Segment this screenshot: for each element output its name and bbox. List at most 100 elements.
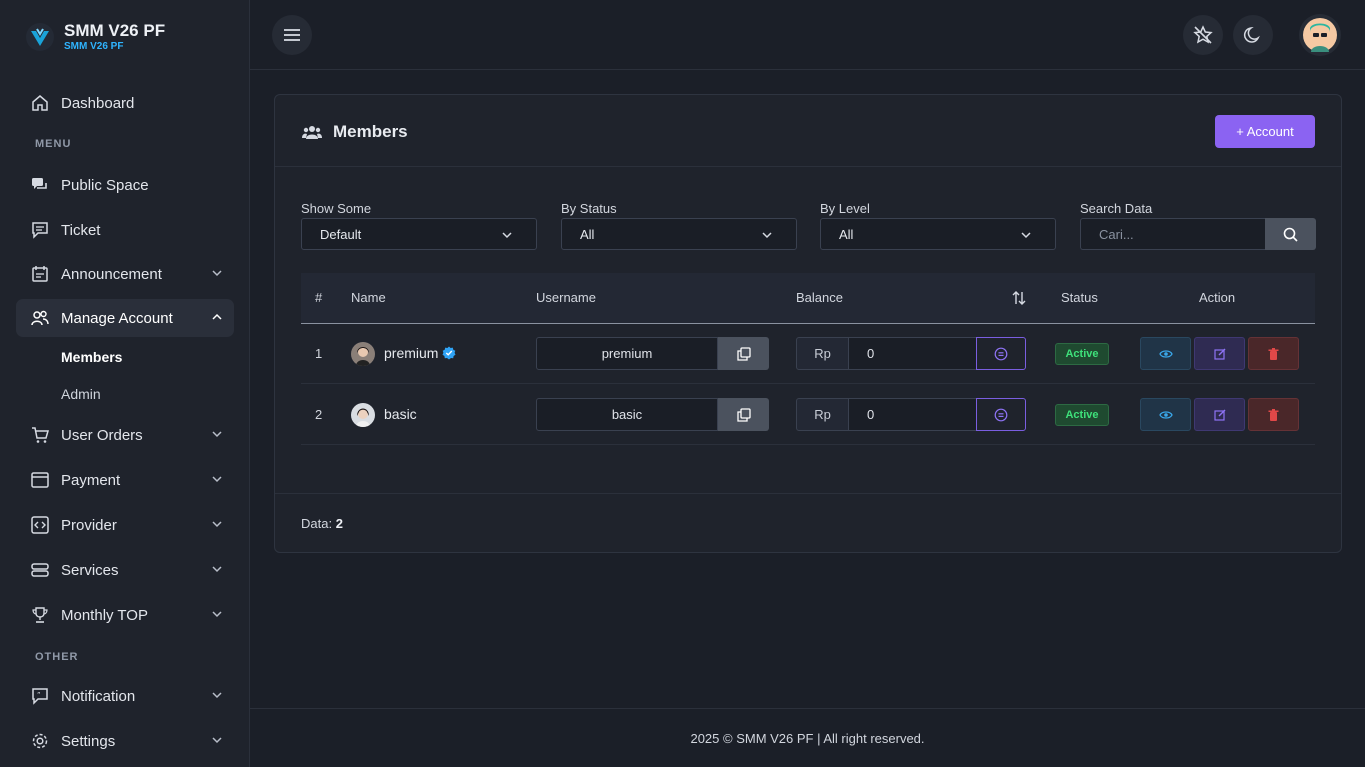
sidebar-item-dashboard[interactable]: Dashboard (16, 84, 234, 122)
edit-button[interactable] (1194, 337, 1245, 370)
sidebar-item-ticket[interactable]: Ticket (16, 211, 234, 249)
section-label-other: OTHER (35, 651, 79, 663)
copy-username-button[interactable] (718, 398, 769, 431)
sidebar-item-manage-account[interactable]: Manage Account (16, 299, 234, 337)
sidebar-item-label: Payment (61, 471, 121, 489)
sidebar-item-provider[interactable]: Provider (16, 506, 234, 544)
adjust-balance-button[interactable] (976, 398, 1026, 431)
menu-toggle-button[interactable] (272, 15, 312, 55)
calendar-icon (31, 265, 49, 283)
chevron-down-icon (212, 270, 222, 277)
username-field[interactable]: basic (536, 398, 718, 431)
chevron-down-icon (212, 566, 222, 573)
sidebar-item-label: Announcement (61, 265, 162, 283)
adjust-balance-button[interactable] (976, 337, 1026, 370)
table-header: # Name Username Balance Status Action (301, 273, 1315, 324)
search-input[interactable] (1080, 218, 1266, 250)
chevron-down-icon (762, 232, 772, 239)
data-count-label: Data: (301, 516, 333, 531)
server-icon (31, 561, 49, 579)
chevron-down-icon (212, 737, 222, 744)
currency-label: Rp (796, 337, 849, 370)
member-name[interactable]: basic (384, 406, 417, 422)
sidebar-item-label: Ticket (61, 221, 101, 239)
coin-icon (994, 347, 1008, 360)
section-label-menu: MENU (35, 138, 72, 150)
search-button[interactable] (1265, 218, 1316, 250)
copy-icon (736, 407, 751, 422)
column-header-balance: Balance (796, 290, 843, 305)
column-header-action: Action (1199, 290, 1236, 305)
theme-toggle-button[interactable] (1233, 15, 1273, 55)
chevron-down-icon (212, 611, 222, 618)
sidebar-item-announcement[interactable]: Announcement (16, 255, 234, 293)
card-footer: Data: 2 (275, 493, 1341, 553)
sidebar-item-label: Services (61, 561, 119, 579)
coin-icon (994, 408, 1008, 421)
card-header: Members + Account (275, 95, 1341, 167)
sidebar-subitem-members[interactable]: Members (61, 349, 122, 365)
member-name[interactable]: premium (384, 345, 456, 361)
member-name-text: basic (384, 406, 417, 422)
page-title: Members (333, 122, 408, 141)
sidebar-item-label: Monthly TOP (61, 606, 148, 624)
moon-icon (1243, 26, 1260, 43)
by-status-value: All (580, 226, 595, 242)
cart-icon (31, 426, 49, 444)
filter-label-show-some: Show Some (301, 201, 372, 216)
table-row: 2 basic basic Rp 0 Active (301, 385, 1315, 445)
home-icon (31, 94, 49, 112)
copy-username-button[interactable] (718, 337, 769, 370)
edit-button[interactable] (1194, 398, 1245, 431)
user-avatar[interactable] (1299, 14, 1341, 56)
edit-icon (1213, 409, 1225, 421)
by-level-select[interactable]: All (820, 218, 1056, 250)
sidebar-item-settings[interactable]: Settings (16, 722, 234, 760)
chat-icon (31, 176, 49, 194)
topbar (250, 0, 1365, 70)
filter-label-search: Search Data (1080, 201, 1153, 216)
page-footer: 2025 © SMM V26 PF | All right reserved. (250, 708, 1365, 767)
view-button[interactable] (1140, 398, 1191, 431)
sidebar-item-services[interactable]: Services (16, 551, 234, 589)
sidebar-item-public-space[interactable]: Public Space (16, 166, 234, 204)
add-account-button[interactable]: + Account (1215, 115, 1315, 148)
wallet-icon (31, 471, 49, 489)
sidebar-item-payment[interactable]: Payment (16, 461, 234, 499)
brand[interactable]: SMM V26 PF SMM V26 PF (26, 22, 165, 52)
sort-icon[interactable] (1011, 290, 1027, 306)
eye-icon (1158, 349, 1173, 358)
by-status-select[interactable]: All (561, 218, 797, 250)
eye-icon (1158, 410, 1173, 419)
sidebar-item-monthly-top[interactable]: Monthly TOP (16, 596, 234, 634)
users-icon (31, 309, 49, 327)
sidebar-subitem-admin[interactable]: Admin (61, 386, 101, 402)
trash-icon (1268, 408, 1279, 421)
sidebar-item-label: Manage Account (61, 309, 173, 327)
member-name-text: premium (384, 345, 439, 361)
copyright-text: 2025 © SMM V26 PF | All right reserved. (690, 730, 925, 746)
users-group-icon (302, 126, 322, 139)
username-field[interactable]: premium (536, 337, 718, 370)
quote-message-icon: ” (31, 687, 49, 705)
show-some-select[interactable]: Default (301, 218, 537, 250)
view-button[interactable] (1140, 337, 1191, 370)
delete-button[interactable] (1248, 398, 1299, 431)
delete-button[interactable] (1248, 337, 1299, 370)
message-square-icon (31, 221, 49, 239)
chevron-down-icon (212, 692, 222, 699)
sidebar-item-label: Public Space (61, 176, 149, 194)
sidebar-item-user-orders[interactable]: User Orders (16, 416, 234, 454)
balance-field[interactable]: 0 (848, 398, 977, 431)
hamburger-icon (284, 29, 300, 41)
balance-field[interactable]: 0 (848, 337, 977, 370)
sidebar-item-label: Notification (61, 687, 136, 705)
sidebar-item-label: Settings (61, 732, 116, 750)
by-level-value: All (839, 226, 854, 242)
verified-badge-icon (442, 346, 456, 360)
edit-icon (1213, 348, 1225, 360)
sidebar-item-label: Provider (61, 516, 117, 534)
favorites-toggle-button[interactable] (1183, 15, 1223, 55)
sidebar-item-label: User Orders (61, 426, 143, 444)
sidebar-item-notification[interactable]: ” Notification (16, 677, 234, 715)
